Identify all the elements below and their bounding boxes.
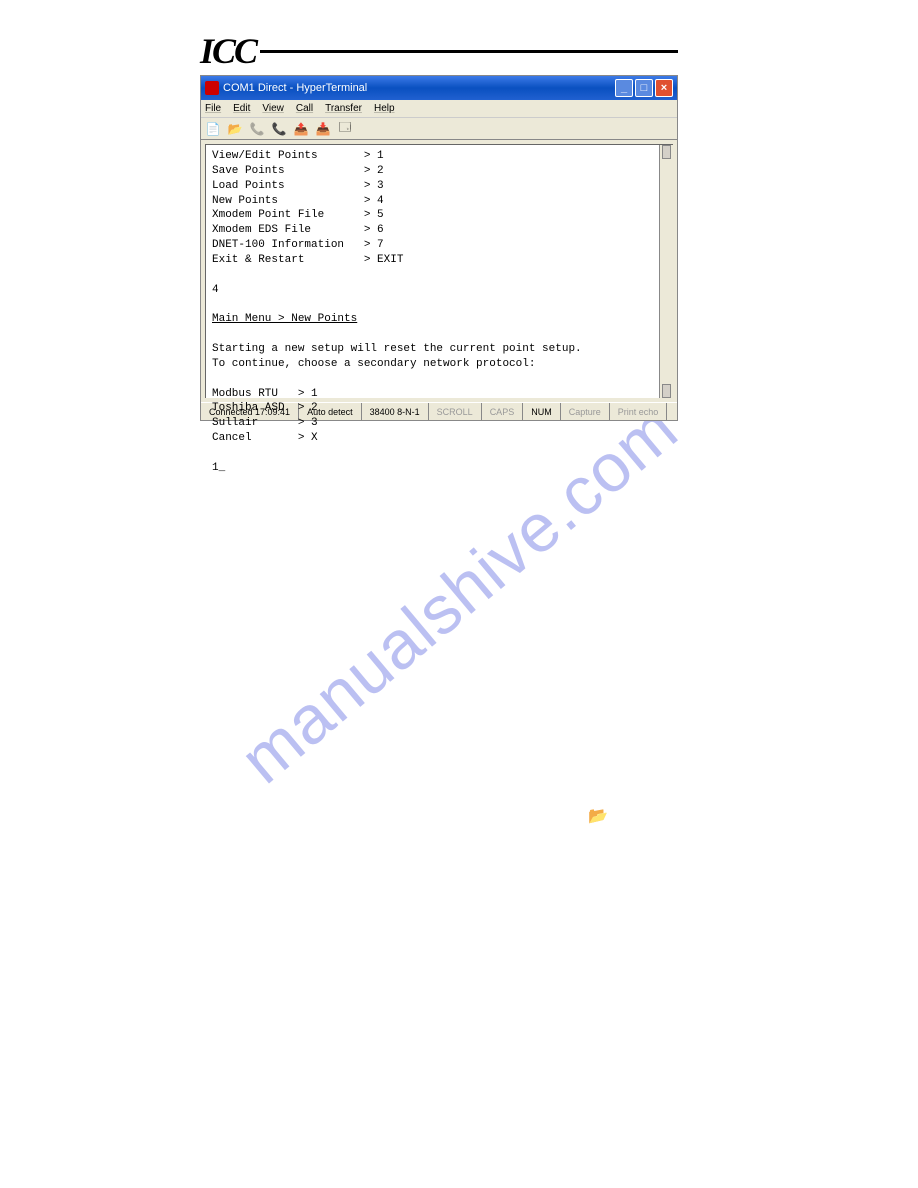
window-title: COM1 Direct - HyperTerminal xyxy=(223,82,615,94)
logo: ICC xyxy=(200,30,256,72)
new-icon[interactable]: 📄 xyxy=(205,121,221,137)
page-header: ICC xyxy=(200,30,678,72)
maximize-button[interactable]: □ xyxy=(635,79,653,97)
open-icon[interactable]: 📂 xyxy=(227,121,243,137)
protocol-line: Modbus RTU > 1 xyxy=(212,388,318,400)
menu-file[interactable]: File xyxy=(205,103,221,114)
send-icon[interactable]: 📤 xyxy=(293,121,309,137)
status-baud: 38400 8-N-1 xyxy=(362,403,429,420)
watermark-text: manualshive.com xyxy=(226,389,693,799)
menu-line: Exit & Restart > EXIT xyxy=(212,254,403,266)
app-icon xyxy=(205,81,219,95)
properties-icon[interactable]: 🗔 xyxy=(337,121,353,137)
hyperterminal-window: COM1 Direct - HyperTerminal _ □ × File E… xyxy=(200,75,678,421)
status-printecho: Print echo xyxy=(610,403,668,420)
terminal-message: Starting a new setup will reset the curr… xyxy=(212,343,582,355)
receive-icon[interactable]: 📥 xyxy=(315,121,331,137)
status-num: NUM xyxy=(523,403,561,420)
menu-line: Xmodem Point File > 5 xyxy=(212,209,384,221)
disconnect-icon[interactable]: 📞 xyxy=(271,121,287,137)
protocol-line: Sullair > 3 xyxy=(212,417,318,429)
scrollbar-vertical[interactable] xyxy=(659,145,673,398)
menu-line: New Points > 4 xyxy=(212,195,384,207)
toolbar: 📄 📂 📞 📞 📤 📥 🗔 xyxy=(201,118,677,140)
menu-help[interactable]: Help xyxy=(374,103,395,114)
header-rule xyxy=(260,50,678,53)
folder-icon: 📂 xyxy=(588,806,606,822)
status-caps: CAPS xyxy=(482,403,524,420)
menu-call[interactable]: Call xyxy=(296,103,313,114)
titlebar[interactable]: COM1 Direct - HyperTerminal _ □ × xyxy=(201,76,677,100)
close-button[interactable]: × xyxy=(655,79,673,97)
menu-line: Load Points > 3 xyxy=(212,180,384,192)
protocol-line: Toshiba ASD > 2 xyxy=(212,402,318,414)
menu-line: Save Points > 2 xyxy=(212,165,384,177)
connect-icon[interactable]: 📞 xyxy=(249,121,265,137)
menu-view[interactable]: View xyxy=(262,103,284,114)
protocol-line: Cancel > X xyxy=(212,432,318,444)
terminal-input: 4 xyxy=(212,284,219,296)
menu-line: DNET-100 Information > 7 xyxy=(212,239,384,251)
status-scroll: SCROLL xyxy=(429,403,482,420)
terminal[interactable]: View/Edit Points > 1 Save Points > 2 Loa… xyxy=(205,144,673,398)
terminal-breadcrumb: Main Menu > New Points xyxy=(212,313,357,325)
menu-line: Xmodem EDS File > 6 xyxy=(212,224,384,236)
status-capture: Capture xyxy=(561,403,610,420)
menu-line: View/Edit Points > 1 xyxy=(212,150,384,162)
terminal-message: To continue, choose a secondary network … xyxy=(212,358,535,370)
terminal-container: View/Edit Points > 1 Save Points > 2 Loa… xyxy=(201,140,677,402)
menu-transfer[interactable]: Transfer xyxy=(325,103,362,114)
menu-edit[interactable]: Edit xyxy=(233,103,250,114)
menubar: File Edit View Call Transfer Help xyxy=(201,100,677,118)
minimize-button[interactable]: _ xyxy=(615,79,633,97)
terminal-input: 1_ xyxy=(212,462,225,474)
